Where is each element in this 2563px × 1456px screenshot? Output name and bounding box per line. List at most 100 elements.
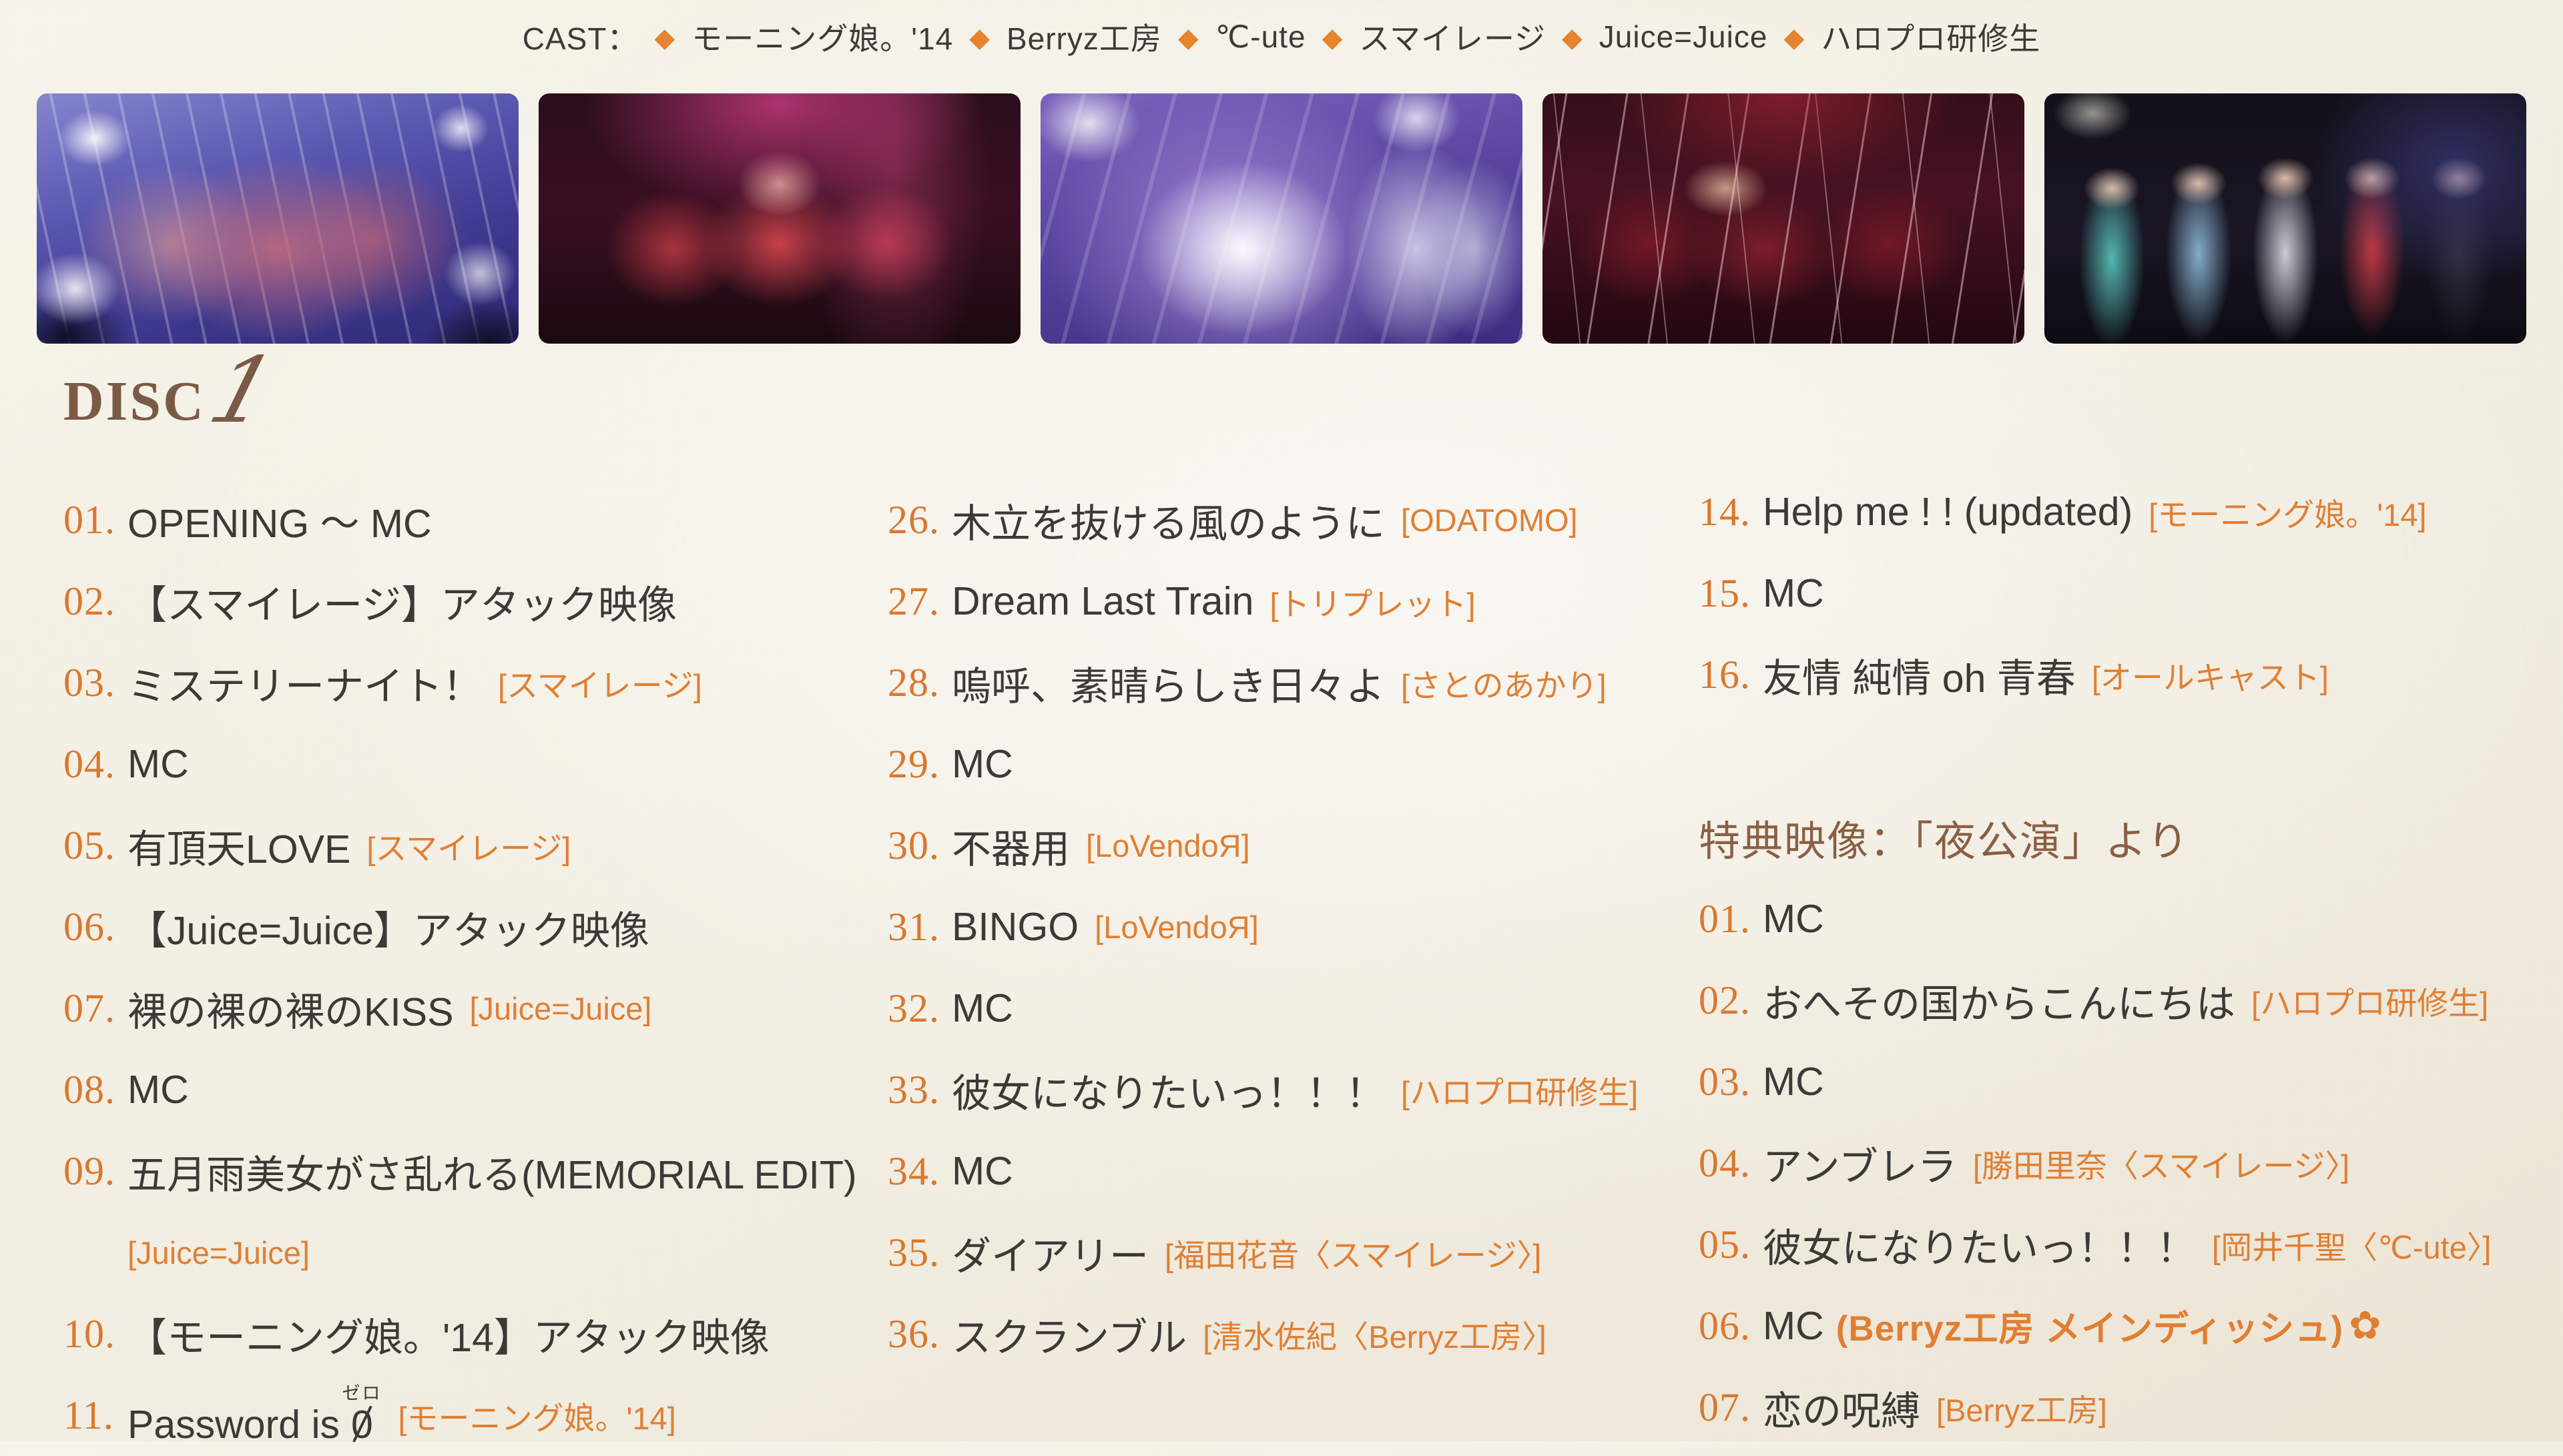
track-title: スクランブル (952, 1306, 1187, 1363)
track-row: 07. 恋の呪縛 [Berryz工房] (1699, 1367, 2491, 1448)
disc-number: 1 (203, 355, 282, 428)
track-title: 友情 純情 oh 青春 (1763, 647, 2076, 703)
track-number: 30. (888, 823, 952, 869)
track-number: 02. (1699, 978, 1763, 1024)
cast-group: ハロプロ研修生 (1821, 15, 2040, 59)
disc-label: DISC (63, 374, 206, 430)
track-row: 28. 嗚呼、素晴らしき日々よ [さとのあかり] (888, 642, 1638, 723)
track-title: MC (1763, 1303, 1824, 1349)
track-credit: [LoVendoЯ] (1086, 827, 1250, 864)
track-row: 03. MC (1699, 1041, 2491, 1122)
track-credit: [スマイレージ] (366, 823, 571, 869)
track-number: 08. (63, 1067, 127, 1113)
track-row: 11. Password is 0ゼロ [モーニング娘。'14] (63, 1375, 857, 1456)
track-number: 03. (1699, 1059, 1763, 1105)
track-credit: [岡井千聖〈℃-ute〉] (2212, 1222, 2491, 1268)
bonus-heading-row: 特典映像：「夜公演」より (1699, 797, 2491, 878)
ruby-text: ゼロ (342, 1383, 382, 1403)
track-number: 15. (1699, 571, 1763, 617)
cast-group: ℃-ute (1215, 19, 1306, 55)
tracklist-column-3: 14. Help me ! ! (updated) [モーニング娘。'14] 1… (1699, 471, 2491, 1448)
track-title: Password is 0ゼロ (127, 1383, 382, 1447)
concert-photo (2044, 93, 2526, 344)
track-number: 06. (63, 904, 127, 950)
track-credit: [ハロプロ研修生] (1401, 1067, 1638, 1113)
track-number: 04. (63, 741, 127, 787)
slashed-zero: 0 (351, 1402, 373, 1447)
track-number: 31. (888, 904, 952, 950)
track-title: 恋の呪縛 (1763, 1379, 1920, 1436)
track-credit: [ハロプロ研修生] (2251, 978, 2488, 1024)
track-title: 五月雨美女がさ乱れる(MEMORIAL EDIT) (127, 1143, 857, 1200)
track-number: 05. (1699, 1222, 1763, 1268)
track-row: 06. 【Juice=Juice】アタック映像 (63, 886, 857, 968)
track-title: ダイアリー (952, 1224, 1149, 1281)
diamond-icon: ◆ (1562, 25, 1583, 51)
track-number: 07. (63, 986, 127, 1032)
track-highlight-credit: (Berryz工房 メインディッシュ) (1836, 1301, 2343, 1351)
track-title-text: Password is (127, 1403, 350, 1447)
track-row: 33. 彼女になりたいっ！！！ [ハロプロ研修生] (888, 1049, 1638, 1130)
track-row: 27. Dream Last Train [トリプレット] (888, 561, 1638, 642)
track-credit: [モーニング娘。'14] (398, 1393, 675, 1439)
track-row: 31. BINGO [LoVendoЯ] (888, 886, 1638, 968)
track-title: 有頂天LOVE (127, 817, 350, 874)
track-row: 01. MC (1699, 878, 2491, 960)
track-title: MC (1763, 896, 1824, 942)
track-row: 34. MC (888, 1130, 1638, 1212)
ruby-zero: 0ゼロ (350, 1403, 382, 1447)
track-row: 02. おへその国からこんにちは [ハロプロ研修生] (1699, 960, 2491, 1041)
track-number: 35. (888, 1230, 952, 1276)
track-title: おへその国からこんにちは (1763, 972, 2235, 1029)
track-row: 29. MC (888, 723, 1638, 805)
track-row: 15. MC (1699, 553, 2491, 634)
track-number: 09. (63, 1148, 127, 1194)
track-title: 彼女になりたいっ！！！ (952, 1062, 1385, 1118)
diamond-icon: ◆ (1783, 25, 1805, 51)
track-title: 木立を抜ける風のように (952, 492, 1385, 549)
track-title: 裸の裸の裸のKISS (127, 980, 453, 1037)
track-number: 29. (888, 741, 952, 787)
track-number: 33. (888, 1067, 952, 1113)
track-number: 01. (1699, 896, 1763, 942)
track-row: 16. 友情 純情 oh 青春 [オールキャスト] (1699, 634, 2491, 715)
track-row: 06. MC (Berryz工房 メインディッシュ) ✿ (1699, 1285, 2491, 1367)
track-row: 26. 木立を抜ける風のように [ODATOMO] (888, 479, 1638, 561)
track-number: 32. (888, 986, 952, 1032)
track-title: MC (127, 741, 189, 787)
diamond-icon: ◆ (1178, 25, 1199, 51)
track-credit: [ODATOMO] (1401, 502, 1578, 538)
track-number: 28. (888, 660, 952, 706)
tracklist-column-2: 26. 木立を抜ける風のように [ODATOMO] 27. Dream Last… (888, 479, 1638, 1375)
track-row: 02. 【スマイレージ】アタック映像 (63, 561, 857, 642)
track-credit: [Juice=Juice] (127, 1234, 310, 1271)
track-title: 彼女になりたいっ！！！ (1763, 1216, 2196, 1273)
track-number: 16. (1699, 652, 1763, 698)
track-number: 06. (1699, 1303, 1763, 1349)
track-number: 36. (888, 1311, 952, 1357)
track-number: 27. (888, 579, 952, 625)
cast-label: CAST： (523, 15, 639, 59)
concert-photo (1542, 93, 2024, 344)
track-title: MC (952, 741, 1013, 787)
column-gap (1699, 715, 2491, 797)
track-number: 05. (63, 823, 127, 869)
track-number: 14. (1699, 489, 1763, 535)
diamond-icon: ◆ (1322, 25, 1344, 51)
track-title: MC (127, 1067, 189, 1112)
bonus-section-heading: 特典映像：「夜公演」より (1699, 807, 2190, 867)
track-title: MC (1763, 571, 1824, 616)
track-number: 03. (63, 660, 127, 706)
tracklist-column-1: 01. OPENING ～ MC 02. 【スマイレージ】アタック映像 03. … (63, 479, 857, 1456)
track-title: 【スマイレージ】アタック映像 (127, 573, 677, 630)
track-row: 14. Help me ! ! (updated) [モーニング娘。'14] (1699, 471, 2491, 553)
track-number: 01. (63, 497, 127, 543)
concert-photo (37, 93, 519, 344)
track-title: MC (952, 1148, 1013, 1194)
track-title: MC (1763, 1059, 1824, 1104)
diamond-icon: ◆ (654, 25, 675, 51)
track-credit: [福田花音〈スマイレージ〉] (1165, 1230, 1541, 1276)
track-row: 05. 有頂天LOVE [スマイレージ] (63, 805, 857, 886)
track-row: 01. OPENING ～ MC (63, 479, 857, 561)
track-row: 03. ミステリーナイト！ [スマイレージ] (63, 642, 857, 723)
